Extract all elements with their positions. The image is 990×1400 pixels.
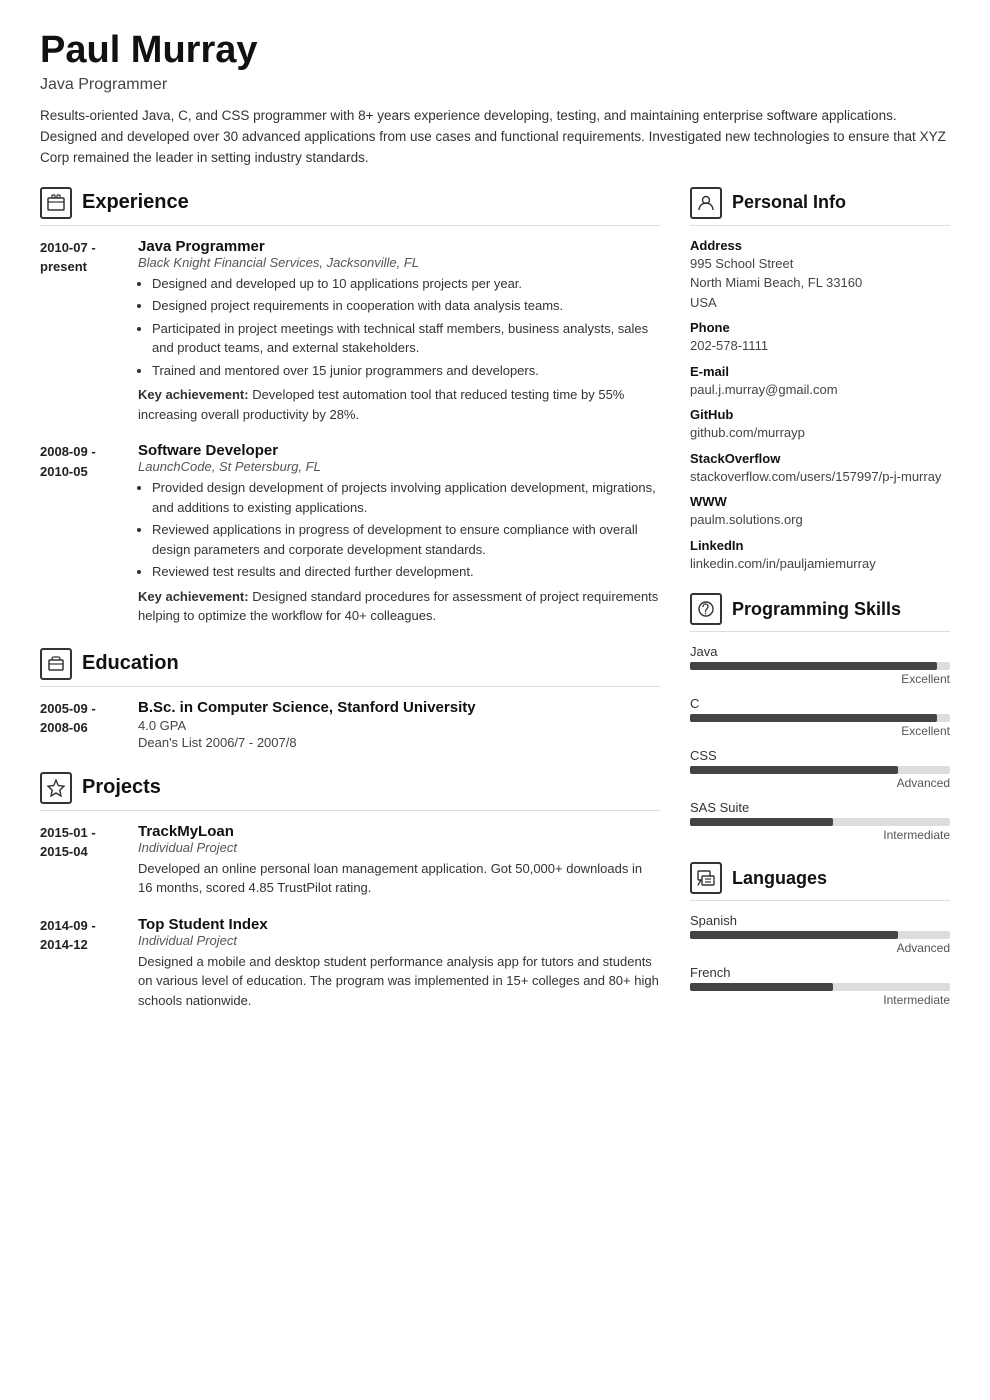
education-content-1: B.Sc. in Computer Science, Stanford Univ… [138, 699, 660, 750]
info-field-github: GitHub github.com/murrayp [690, 407, 950, 443]
personal-info-title: Personal Info [732, 192, 846, 213]
bullet: Provided design development of projects … [152, 478, 660, 517]
experience-entry-2: 2008-09 - 2010-05 Software Developer Lau… [40, 442, 660, 626]
lang-bar-spanish [690, 931, 950, 939]
projects-header: Projects [40, 772, 660, 811]
resume-header: Paul Murray Java Programmer Results-orie… [40, 30, 950, 169]
info-field-linkedin: LinkedIn linkedin.com/in/pauljamiemurray [690, 538, 950, 574]
experience-entry-1: 2010-07 - present Java Programmer Black … [40, 238, 660, 425]
project-org-1: Individual Project [138, 840, 660, 855]
skill-bar-sas [690, 818, 950, 826]
bullet: Designed and developed up to 10 applicat… [152, 274, 660, 294]
education-date-1: 2005-09 - 2008-06 [40, 699, 120, 750]
lang-item-spanish: Spanish Advanced [690, 913, 950, 955]
skills-section: Programming Skills Java Excellent C [690, 593, 950, 842]
bullet: Trained and mentored over 15 junior prog… [152, 361, 660, 381]
experience-section: Experience 2010-07 - present Java Progra… [40, 187, 660, 626]
languages-title: Languages [732, 868, 827, 889]
bullet: Designed project requirements in coopera… [152, 296, 660, 316]
lang-bar-french [690, 983, 950, 991]
projects-icon [40, 772, 72, 804]
skills-title: Programming Skills [732, 599, 901, 620]
info-field-stackoverflow: StackOverflow stackoverflow.com/users/15… [690, 451, 950, 487]
bullet: Reviewed test results and directed furth… [152, 562, 660, 582]
experience-job-title-2: Software Developer [138, 442, 660, 459]
skill-item-sas: SAS Suite Intermediate [690, 800, 950, 842]
skills-icon [690, 593, 722, 625]
info-field-address: Address 995 School StreetNorth Miami Bea… [690, 238, 950, 313]
projects-section: Projects 2015-01 - 2015-04 TrackMyLoan I… [40, 772, 660, 1011]
skill-item-java: Java Excellent [690, 644, 950, 686]
experience-org-2: LaunchCode, St Petersburg, FL [138, 459, 660, 474]
project-desc-1: Developed an online personal loan manage… [138, 859, 660, 898]
skill-bar-java [690, 662, 950, 670]
project-content-2: Top Student Index Individual Project Des… [138, 916, 660, 1011]
project-name-1: TrackMyLoan [138, 823, 660, 840]
education-section: Education 2005-09 - 2008-06 B.Sc. in Com… [40, 648, 660, 750]
skills-header: Programming Skills [690, 593, 950, 632]
personal-info-section: Personal Info Address 995 School StreetN… [690, 187, 950, 574]
experience-org-1: Black Knight Financial Services, Jackson… [138, 255, 660, 270]
experience-bullets-2: Provided design development of projects … [152, 478, 660, 582]
project-desc-2: Designed a mobile and desktop student pe… [138, 952, 660, 1011]
languages-icon [690, 862, 722, 894]
personal-info-icon [690, 187, 722, 219]
experience-icon [40, 187, 72, 219]
education-header: Education [40, 648, 660, 687]
skill-bar-c [690, 714, 950, 722]
project-content-1: TrackMyLoan Individual Project Developed… [138, 823, 660, 898]
education-icon [40, 648, 72, 680]
languages-section: Languages Spanish Advanced French [690, 862, 950, 1007]
experience-date-2: 2008-09 - 2010-05 [40, 442, 120, 626]
candidate-summary: Results-oriented Java, C, and CSS progra… [40, 106, 950, 169]
project-date-1: 2015-01 - 2015-04 [40, 823, 120, 898]
experience-bullets-1: Designed and developed up to 10 applicat… [152, 274, 660, 381]
main-body: Experience 2010-07 - present Java Progra… [40, 187, 950, 1033]
bullet: Participated in project meetings with te… [152, 319, 660, 358]
education-title: Education [82, 652, 179, 675]
lang-item-french: French Intermediate [690, 965, 950, 1007]
experience-content-1: Java Programmer Black Knight Financial S… [138, 238, 660, 425]
project-name-2: Top Student Index [138, 916, 660, 933]
right-column: Personal Info Address 995 School StreetN… [690, 187, 950, 1033]
education-gpa-1: 4.0 GPA [138, 718, 660, 733]
project-entry-1: 2015-01 - 2015-04 TrackMyLoan Individual… [40, 823, 660, 898]
projects-title: Projects [82, 776, 161, 799]
experience-job-title-1: Java Programmer [138, 238, 660, 255]
skill-bar-css [690, 766, 950, 774]
skill-item-css: CSS Advanced [690, 748, 950, 790]
info-field-email: E-mail paul.j.murray@gmail.com [690, 364, 950, 400]
skill-item-c: C Excellent [690, 696, 950, 738]
experience-content-2: Software Developer LaunchCode, St Peters… [138, 442, 660, 626]
resume-container: Paul Murray Java Programmer Results-orie… [0, 0, 990, 1062]
experience-date-1: 2010-07 - present [40, 238, 120, 425]
info-field-www: WWW paulm.solutions.org [690, 494, 950, 530]
experience-achievement-1: Key achievement: Developed test automati… [138, 385, 660, 424]
education-degree-1: B.Sc. in Computer Science, Stanford Univ… [138, 699, 660, 716]
info-field-phone: Phone 202-578-1111 [690, 320, 950, 356]
candidate-name: Paul Murray [40, 30, 950, 72]
bullet: Reviewed applications in progress of dev… [152, 520, 660, 559]
experience-title: Experience [82, 191, 189, 214]
project-date-2: 2014-09 - 2014-12 [40, 916, 120, 1011]
candidate-subtitle: Java Programmer [40, 76, 950, 94]
project-entry-2: 2014-09 - 2014-12 Top Student Index Indi… [40, 916, 660, 1011]
left-column: Experience 2010-07 - present Java Progra… [40, 187, 660, 1033]
education-entry-1: 2005-09 - 2008-06 B.Sc. in Computer Scie… [40, 699, 660, 750]
languages-header: Languages [690, 862, 950, 901]
project-org-2: Individual Project [138, 933, 660, 948]
education-deans-1: Dean's List 2006/7 - 2007/8 [138, 735, 660, 750]
experience-header: Experience [40, 187, 660, 226]
experience-achievement-2: Key achievement: Designed standard proce… [138, 587, 660, 626]
personal-info-header: Personal Info [690, 187, 950, 226]
